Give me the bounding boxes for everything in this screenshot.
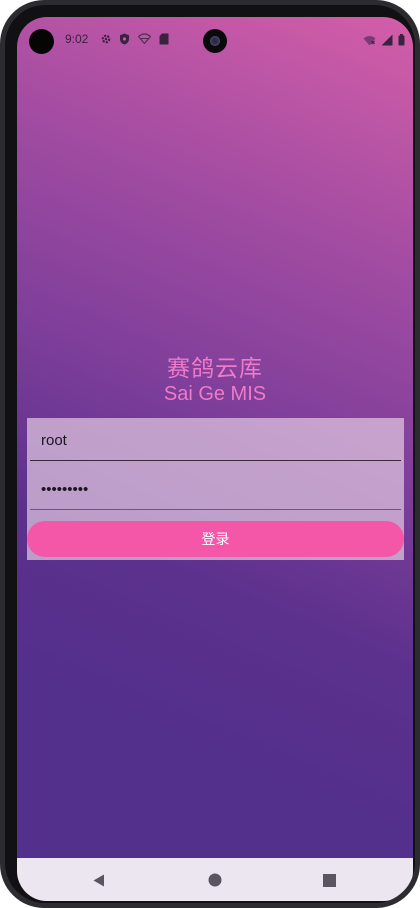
device-bezel: 9:02 赛鸽云库 Sai Ge MIS root ••••••••• 登录 xyxy=(5,5,415,903)
settings-icon xyxy=(99,32,112,45)
status-right-icons xyxy=(363,31,405,50)
login-card: 登录 xyxy=(27,418,404,560)
username-input[interactable] xyxy=(30,421,401,460)
app-title: 赛鸽云库 xyxy=(167,356,263,382)
password-field xyxy=(30,470,401,510)
back-icon[interactable] xyxy=(89,870,109,890)
shield-icon xyxy=(118,32,131,45)
battery-icon xyxy=(398,31,405,50)
wifi-icon xyxy=(363,31,376,50)
login-button[interactable]: 登录 xyxy=(27,521,404,557)
home-icon[interactable] xyxy=(205,870,225,890)
screen: 9:02 赛鸽云库 Sai Ge MIS root ••••••••• 登录 xyxy=(17,17,413,901)
app-subtitle: Sai Ge MIS xyxy=(163,383,267,405)
device-frame: 9:02 赛鸽云库 Sai Ge MIS root ••••••••• 登录 xyxy=(0,0,420,908)
status-bar: 9:02 xyxy=(17,27,413,54)
wifi-off-icon xyxy=(138,32,151,45)
password-input[interactable] xyxy=(30,470,401,509)
sim-card-icon xyxy=(157,32,170,45)
recents-icon[interactable] xyxy=(319,870,339,890)
username-field xyxy=(30,421,401,461)
status-time: 9:02 xyxy=(65,32,89,46)
front-camera xyxy=(203,29,227,53)
signal-icon xyxy=(381,31,393,50)
navigation-bar xyxy=(17,858,413,901)
hole-punch xyxy=(29,29,54,54)
